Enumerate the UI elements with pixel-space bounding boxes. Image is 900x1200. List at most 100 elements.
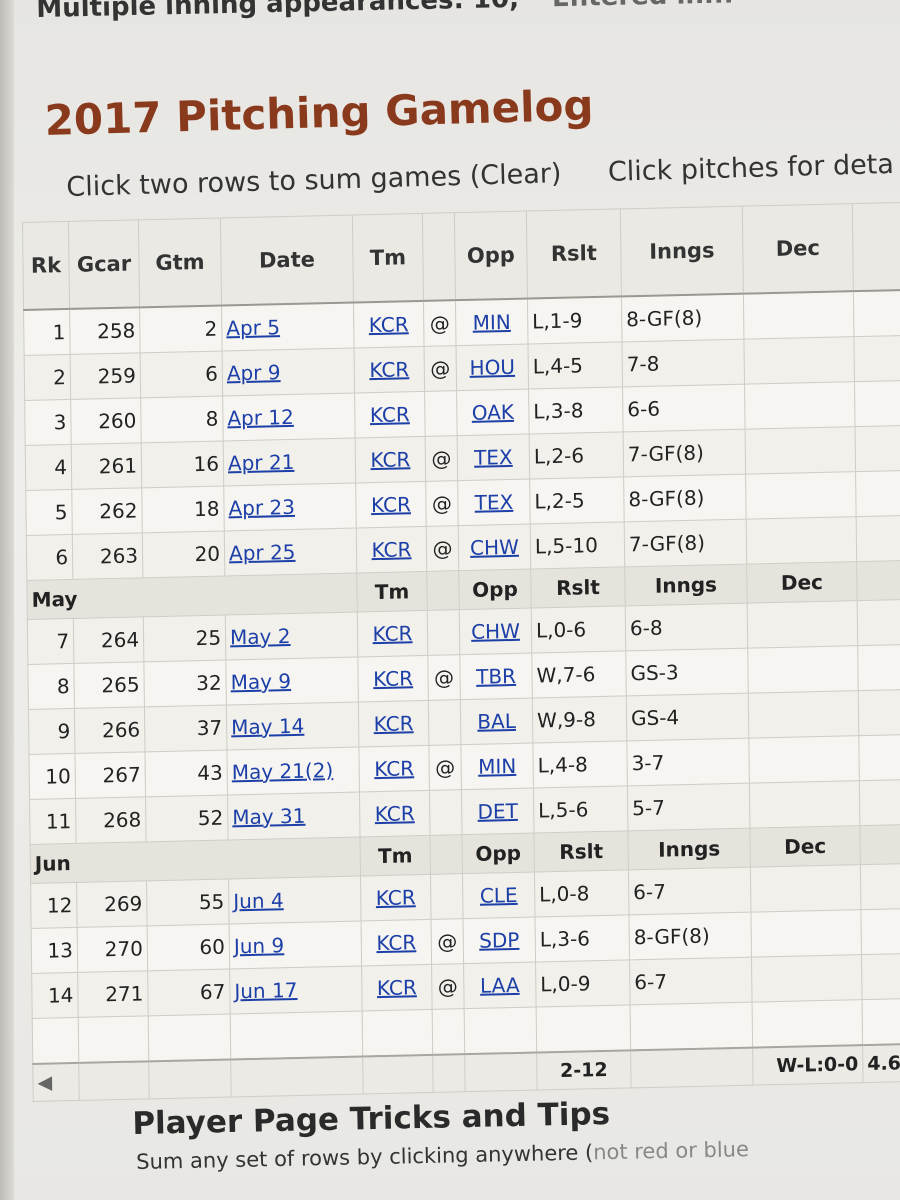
- cell-tm-link[interactable]: KCR: [376, 930, 416, 955]
- cell-tm-link[interactable]: KCR: [377, 975, 417, 1000]
- cell-opp[interactable]: CHW: [459, 608, 532, 655]
- cell-date-link[interactable]: May 31: [232, 804, 305, 830]
- cell-date[interactable]: Jun 4: [228, 875, 362, 924]
- cell-opp-link[interactable]: HOU: [469, 355, 515, 380]
- cell-date[interactable]: Apr 21: [223, 437, 356, 486]
- cell-opp[interactable]: BAL: [460, 698, 533, 745]
- cell-tm-link[interactable]: KCR: [374, 756, 414, 781]
- cell-tm[interactable]: KCR: [361, 964, 433, 1011]
- cell-opp[interactable]: TBR: [459, 653, 533, 700]
- cell-opp-link[interactable]: TBR: [476, 664, 516, 689]
- cell-date-link[interactable]: Apr 12: [227, 405, 294, 431]
- cell-date[interactable]: Jun 17: [229, 965, 363, 1014]
- cell-opp[interactable]: CHW: [458, 524, 531, 571]
- cell-opp-link[interactable]: LAA: [480, 973, 520, 998]
- cell-opp-link[interactable]: CHW: [470, 535, 519, 560]
- cell-tm[interactable]: KCR: [361, 919, 432, 966]
- cell-tm[interactable]: KCR: [353, 300, 425, 348]
- cell-date[interactable]: Apr 12: [222, 392, 356, 441]
- col-header-gcar[interactable]: Gcar: [68, 219, 140, 309]
- cell-tm-link[interactable]: KCR: [372, 621, 412, 646]
- cell-date-link[interactable]: Apr 23: [228, 495, 295, 521]
- cell-date-link[interactable]: Apr 9: [227, 360, 281, 385]
- cell-date-link[interactable]: Apr 21: [228, 450, 295, 476]
- cell-opp[interactable]: TEX: [457, 434, 530, 481]
- cell-tm-link[interactable]: KCR: [370, 402, 410, 427]
- clear-link[interactable]: Clear: [480, 158, 551, 191]
- col-header-tm[interactable]: Tm: [352, 213, 424, 303]
- cell-date[interactable]: Apr 9: [222, 347, 355, 396]
- cell-opp[interactable]: TEX: [457, 479, 531, 526]
- cell-opp-link[interactable]: MIN: [473, 310, 511, 335]
- cell-tm[interactable]: KCR: [356, 526, 427, 573]
- cell-tm[interactable]: KCR: [359, 790, 431, 837]
- cell-tm-link[interactable]: KCR: [370, 447, 410, 472]
- cell-date[interactable]: May 9: [225, 656, 359, 705]
- cell-date[interactable]: Apr 5: [221, 302, 355, 351]
- col-header-gtm[interactable]: Gtm: [138, 217, 222, 308]
- cell-date[interactable]: May 21(2): [226, 746, 360, 795]
- cell-date[interactable]: Apr 25: [224, 527, 357, 576]
- cell-date[interactable]: Apr 23: [223, 482, 357, 531]
- col-header-dec[interactable]: Dec: [742, 203, 854, 294]
- col-header-date[interactable]: Date: [220, 215, 354, 306]
- cell-tm[interactable]: KCR: [358, 745, 430, 792]
- cell-tm[interactable]: KCR: [357, 610, 428, 657]
- cell-date-link[interactable]: Apr 25: [229, 540, 296, 566]
- cell-opp[interactable]: LAA: [463, 962, 537, 1009]
- cell-date[interactable]: Jun 9: [229, 920, 362, 969]
- subheader-rslt: Rslt: [533, 830, 629, 873]
- cell-date-link[interactable]: Jun 17: [234, 978, 297, 1003]
- cell-date-link[interactable]: Apr 5: [226, 315, 280, 340]
- cell-date-link[interactable]: Jun 9: [234, 933, 285, 958]
- cell-opp-link[interactable]: CLE: [480, 883, 518, 908]
- cell-opp-link[interactable]: CHW: [471, 619, 520, 644]
- cell-date-link[interactable]: May 2: [230, 624, 291, 649]
- cell-gtm: 67: [147, 968, 231, 1016]
- cell-tm-link[interactable]: KCR: [371, 537, 411, 562]
- cell-tm[interactable]: KCR: [354, 391, 426, 438]
- cell-tm-link[interactable]: KCR: [376, 885, 416, 910]
- cell-opp[interactable]: CLE: [462, 872, 536, 919]
- cell-opp[interactable]: MIN: [460, 743, 534, 790]
- cell-opp-link[interactable]: MIN: [478, 754, 516, 779]
- cell-opp[interactable]: OAK: [456, 389, 530, 436]
- cell-tm[interactable]: KCR: [354, 346, 425, 393]
- cell-gtm: 43: [144, 749, 228, 797]
- cell-tm-link[interactable]: KCR: [371, 492, 411, 517]
- cell-date[interactable]: May 31: [227, 791, 361, 840]
- cell-opp[interactable]: HOU: [456, 344, 529, 391]
- subheader-dec: Dec: [749, 825, 861, 868]
- cell-date[interactable]: May 14: [226, 701, 359, 750]
- cell-date-link[interactable]: Jun 4: [233, 888, 284, 913]
- cell-opp-link[interactable]: TEX: [475, 490, 514, 515]
- cell-tm-link[interactable]: KCR: [369, 357, 409, 382]
- col-header-opp[interactable]: Opp: [454, 211, 528, 301]
- cell-opp-link[interactable]: TEX: [474, 445, 513, 470]
- cell-opp-link[interactable]: OAK: [472, 400, 514, 425]
- col-header-rslt[interactable]: Rslt: [526, 208, 622, 299]
- cell-date-link[interactable]: May 9: [230, 669, 291, 694]
- col-header-rk[interactable]: Rk: [22, 221, 70, 310]
- cell-tm-link[interactable]: KCR: [373, 666, 413, 691]
- cell-tm-link[interactable]: KCR: [374, 711, 414, 736]
- cell-tm-link[interactable]: KCR: [369, 312, 409, 337]
- cell-date[interactable]: May 2: [225, 611, 358, 660]
- cell-opp[interactable]: MIN: [455, 298, 529, 346]
- cell-opp-link[interactable]: BAL: [477, 709, 516, 734]
- cell-tm[interactable]: KCR: [360, 874, 432, 921]
- cell-tm[interactable]: KCR: [358, 700, 429, 747]
- cell-tm[interactable]: KCR: [357, 655, 429, 702]
- cell-date-link[interactable]: May 14: [231, 714, 304, 740]
- cell-tm-link[interactable]: KCR: [375, 801, 415, 826]
- col-header-homeaway[interactable]: [422, 212, 456, 301]
- col-header-inngs[interactable]: Inngs: [620, 206, 744, 297]
- cell-tm[interactable]: KCR: [355, 481, 427, 528]
- cell-opp-link[interactable]: DET: [477, 799, 518, 824]
- scroll-left-icon[interactable]: ◀: [32, 1062, 80, 1102]
- cell-opp[interactable]: SDP: [463, 917, 536, 964]
- cell-tm[interactable]: KCR: [355, 436, 426, 483]
- cell-opp-link[interactable]: SDP: [479, 928, 519, 953]
- cell-opp[interactable]: DET: [461, 788, 534, 835]
- cell-date-link[interactable]: May 21(2): [232, 758, 334, 784]
